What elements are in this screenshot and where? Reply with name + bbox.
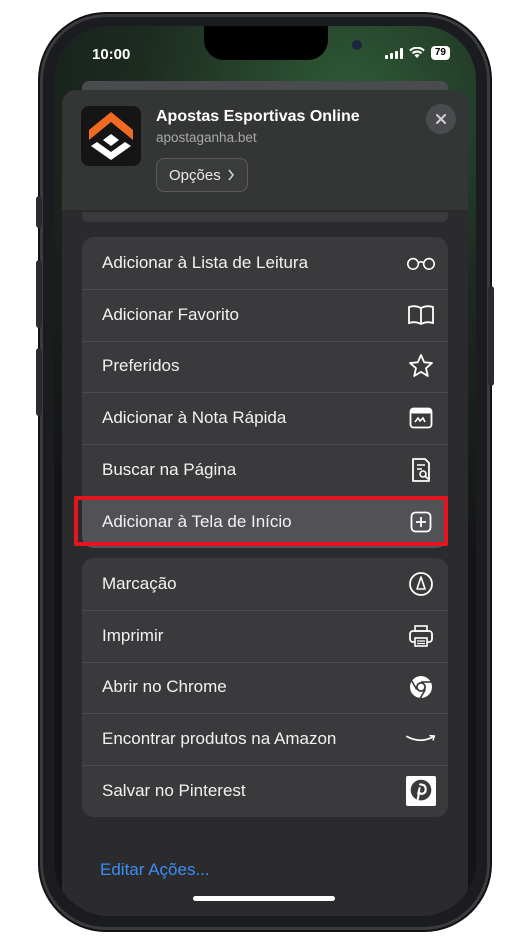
volume-down-button: [36, 348, 42, 416]
action-favorites[interactable]: Preferidos: [82, 340, 448, 393]
volume-up-button: [36, 260, 42, 328]
sheet-header: Apostas Esportivas Online apostaganha.be…: [62, 90, 468, 210]
action-label: Imprimir: [102, 625, 164, 645]
dynamic-island: [204, 26, 362, 60]
star-icon: [406, 351, 436, 381]
action-pinterest[interactable]: Salvar no Pinterest: [82, 765, 448, 817]
signal-icon: [384, 47, 403, 59]
action-label: Adicionar à Nota Rápida: [102, 408, 287, 428]
highlight-annotation: [74, 496, 448, 546]
action-reading-list[interactable]: Adicionar à Lista de Leitura: [82, 237, 448, 289]
action-label: Abrir no Chrome: [102, 677, 227, 697]
options-label: Opções: [169, 166, 221, 184]
markup-icon: [406, 569, 436, 599]
find-in-page-icon: [406, 455, 436, 485]
actions-group-2: Marcação Imprimir Abrir no Chrome Encont…: [82, 558, 448, 817]
action-label: Marcação: [102, 573, 177, 593]
camera-icon: [352, 40, 362, 50]
action-label: Buscar na Página: [102, 460, 237, 480]
action-print[interactable]: Imprimir: [82, 609, 448, 662]
action-markup[interactable]: Marcação: [82, 558, 448, 610]
action-find-in-page[interactable]: Buscar na Página: [82, 444, 448, 496]
action-open-chrome[interactable]: Abrir no Chrome: [82, 661, 448, 714]
chrome-icon: [406, 672, 436, 702]
action-label: Adicionar Favorito: [102, 304, 240, 324]
action-label: Adicionar à Lista de Leitura: [102, 252, 309, 272]
scrolled-row-peek: [82, 212, 448, 222]
home-indicator: [193, 896, 335, 901]
printer-icon: [406, 621, 436, 651]
mute-switch: [36, 196, 42, 228]
pinterest-icon: [406, 776, 436, 807]
quick-note-icon: [406, 403, 436, 433]
action-add-bookmark[interactable]: Adicionar Favorito: [82, 288, 448, 341]
chevron-right-icon: [228, 169, 234, 181]
action-quick-note[interactable]: Adicionar à Nota Rápida: [82, 392, 448, 444]
action-label: Preferidos: [102, 356, 180, 376]
options-button[interactable]: Opções: [156, 158, 248, 192]
book-icon: [406, 300, 436, 330]
status-time: 10:00: [92, 46, 131, 63]
site-icon: [81, 106, 141, 166]
status-icons: 79: [384, 46, 450, 60]
amazon-smile-icon: [406, 724, 436, 754]
screen: 10:00 79 Apostas Esportivas Online apost…: [54, 26, 476, 916]
battery-indicator: 79: [430, 46, 450, 60]
close-icon: [436, 114, 446, 124]
close-button[interactable]: [426, 104, 456, 134]
site-title: Apostas Esportivas Online: [156, 108, 360, 125]
action-label: Encontrar produtos na Amazon: [102, 729, 337, 749]
edit-actions-link[interactable]: Editar Ações...: [100, 860, 210, 880]
power-button: [488, 286, 494, 386]
action-label: Salvar no Pinterest: [102, 781, 246, 801]
glasses-icon: [406, 248, 436, 278]
action-amazon[interactable]: Encontrar produtos na Amazon: [82, 713, 448, 765]
site-domain: apostaganha.bet: [156, 130, 257, 145]
wifi-icon: [409, 47, 425, 58]
